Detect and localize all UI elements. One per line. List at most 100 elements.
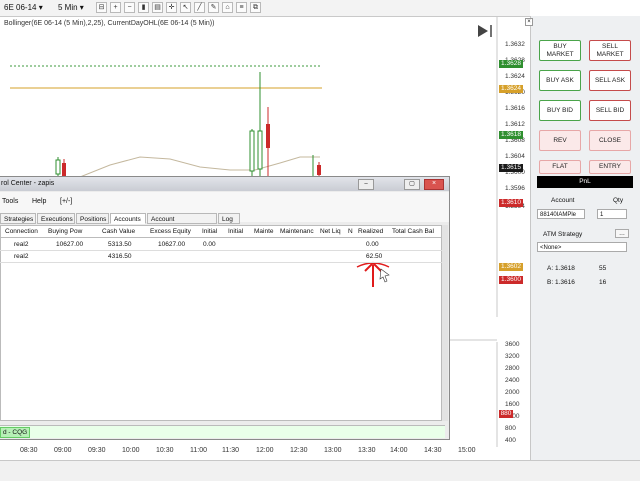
flat-button[interactable]: FLAT <box>539 160 581 174</box>
price-tick-label: 1.3632 <box>505 41 525 48</box>
time-tick-label: 14:00 <box>390 447 408 454</box>
menu-expand[interactable]: [+/-] <box>60 198 72 205</box>
menu-tools[interactable]: Tools <box>2 198 18 205</box>
column-header[interactable]: Maintenanc <box>280 228 314 235</box>
interval-label: 5 Min <box>58 3 78 12</box>
column-header[interactable]: Net Liq <box>320 228 341 235</box>
cursor-icon[interactable]: ↖ <box>180 2 191 13</box>
time-tick-label: 13:30 <box>358 447 376 454</box>
column-header[interactable]: Total Cash Bal <box>392 228 434 235</box>
column-header[interactable]: Mainte <box>254 228 274 235</box>
menu-help[interactable]: Help <box>32 198 46 205</box>
zoom-out-icon[interactable]: − <box>124 2 135 13</box>
atm-strategy-select[interactable]: <None> <box>537 242 627 252</box>
tab-log[interactable]: Log <box>218 213 240 224</box>
price-marker-badge: 1.3602 <box>499 263 523 271</box>
time-tick-label: 13:00 <box>324 447 342 454</box>
table-cell: 0.00 <box>203 241 216 248</box>
connection-status-bar: d - CQG <box>0 425 445 438</box>
toolbar-icon-4[interactable]: ≡ <box>236 2 247 13</box>
column-header[interactable]: Initial <box>228 228 243 235</box>
close-panel-icon[interactable]: × <box>525 18 533 26</box>
toolbar-icon-3[interactable]: ⌂ <box>222 2 233 13</box>
volume-tick-label: 3600 <box>505 341 520 348</box>
table-cell: 0.00 <box>366 241 379 248</box>
time-tick-label: 11:30 <box>222 447 239 454</box>
table-cell: real2 <box>14 253 29 260</box>
close-position-button[interactable]: CLOSE <box>589 130 631 151</box>
price-tick-label: 1.3624 <box>505 73 525 80</box>
pencil-icon[interactable]: ✎ <box>208 2 219 13</box>
column-header[interactable]: N <box>348 228 353 235</box>
column-header[interactable]: Realized <box>358 228 383 235</box>
bar-type-icon[interactable]: ▮ <box>138 2 149 13</box>
window-titlebar[interactable]: rol Center - zapis – ▢ × <box>0 177 449 191</box>
indicator-label: Bollinger(6E 06-14 (5 Min),2,25), Curren… <box>4 20 215 27</box>
reverse-button[interactable]: REV <box>539 130 581 151</box>
atm-strategy-value: <None> <box>540 245 562 251</box>
time-tick-label: 08:30 <box>20 447 38 454</box>
table-cell: 10627.00 <box>158 241 186 248</box>
buy-ask-button[interactable]: BUY ASK <box>539 70 581 91</box>
chart-trader-panel: × BUY MARKET SELL MARKET BUY ASK SELL AS… <box>525 16 640 460</box>
price-marker-badge: 1.3600 <box>499 276 523 284</box>
column-header[interactable]: Connection <box>5 228 38 235</box>
zoom-in-icon[interactable]: + <box>110 2 121 13</box>
sell-market-button[interactable]: SELL MARKET <box>589 40 631 61</box>
vertical-scrollbar[interactable] <box>442 225 448 421</box>
price-marker-badge: 1.3624 <box>499 85 523 93</box>
control-center-window: rol Center - zapis – ▢ × Tools Help [+/-… <box>0 176 450 440</box>
volume-tick-label: 2800 <box>505 365 520 372</box>
volume-tick-label: 400 <box>505 437 516 444</box>
sell-ask-button[interactable]: SELL ASK <box>589 70 631 91</box>
entry-button[interactable]: ENTRY <box>589 160 631 174</box>
instrument-selector[interactable]: 6E 06-14 ▾ <box>4 2 43 13</box>
tab-positions[interactable]: Positions <box>76 213 109 224</box>
ask-price: A: 1.3618 <box>547 265 575 272</box>
tab-strategies[interactable]: Strategies <box>0 213 36 224</box>
buy-market-button[interactable]: BUY MARKET <box>539 40 581 61</box>
column-header[interactable]: Buying Pow <box>48 228 82 235</box>
atm-options-button[interactable]: … <box>615 229 629 238</box>
maximize-icon[interactable]: ▢ <box>404 179 420 190</box>
time-tick-label: 10:30 <box>156 447 174 454</box>
table-cell: 10627.00 <box>56 241 84 248</box>
table-row[interactable] <box>0 262 442 263</box>
price-tick-label: 1.3604 <box>505 153 525 160</box>
qty-value: 1 <box>600 212 604 218</box>
interval-selector[interactable]: 5 Min ▾ <box>58 2 84 13</box>
close-window-icon[interactable]: × <box>424 179 444 190</box>
header-divider <box>0 237 442 238</box>
instrument-label: 6E 06-14 <box>4 3 37 12</box>
price-marker-badge: 1.3610 <box>499 199 523 207</box>
connection-status: d - CQG <box>0 427 31 438</box>
tab-account-performance[interactable]: Account Performance <box>147 213 217 234</box>
time-tick-label: 12:30 <box>290 447 308 454</box>
volume-tick-label: 2400 <box>505 377 520 384</box>
table-cell: 4316.50 <box>108 253 132 260</box>
table-row[interactable] <box>0 250 442 251</box>
chart-toolbar: 6E 06-14 ▾ 5 Min ▾ ⊟ + − ▮ ▤ ✛ ↖ ╱ ✎ ⌂ ≡… <box>0 0 530 17</box>
price-marker-badge: 1.3628 <box>499 60 523 68</box>
tab-executions[interactable]: Executions <box>37 213 75 224</box>
column-header[interactable]: Initial <box>202 228 217 235</box>
time-tick-label: 09:30 <box>88 447 106 454</box>
account-select[interactable]: 88140IAMPle <box>537 209 585 219</box>
tab-accounts[interactable]: Accounts <box>110 213 146 224</box>
time-tick-label: 09:00 <box>54 447 72 454</box>
qty-input[interactable]: 1 <box>597 209 627 219</box>
column-header[interactable]: Excess Equity <box>150 228 191 235</box>
toolbar-icon-2[interactable]: ▤ <box>152 2 163 13</box>
toolbar-icon-1[interactable]: ⊟ <box>96 2 107 13</box>
table-cell: 5313.50 <box>108 241 132 248</box>
draw-line-icon[interactable]: ╱ <box>194 2 205 13</box>
buy-bid-button[interactable]: BUY BID <box>539 100 581 121</box>
volume-tick-label: 1600 <box>505 401 520 408</box>
toolbar-icon-5[interactable]: ⧉ <box>250 2 261 13</box>
sell-bid-button[interactable]: SELL BID <box>589 100 631 121</box>
crosshair-icon[interactable]: ✛ <box>166 2 177 13</box>
bottom-scroll-bar[interactable] <box>0 460 640 481</box>
minimize-icon[interactable]: – <box>358 179 374 190</box>
column-header[interactable]: Cash Value <box>102 228 135 235</box>
atm-strategy-label: ATM Strategy <box>543 231 583 238</box>
